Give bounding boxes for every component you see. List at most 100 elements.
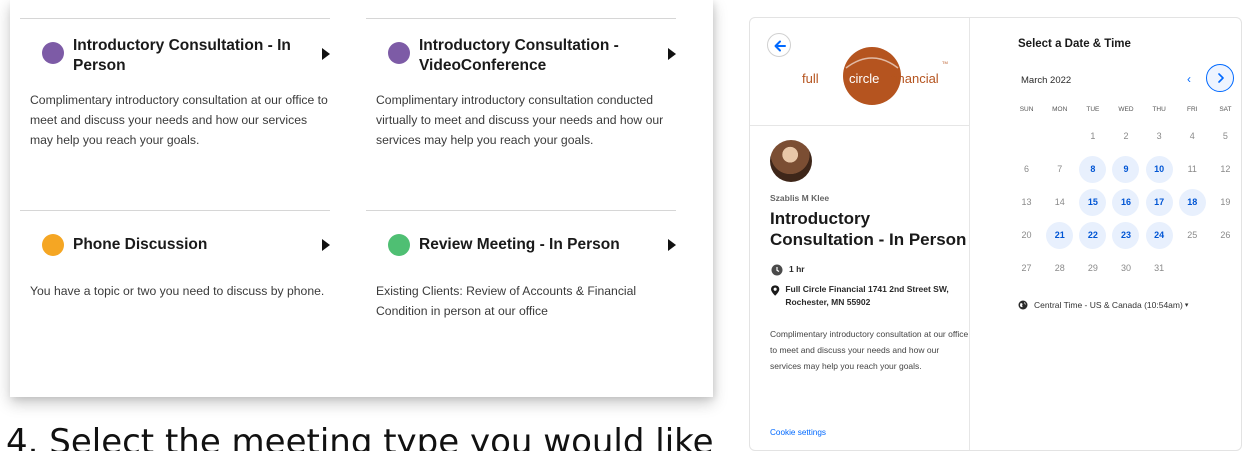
event-types-card: Introductory Consultation - In Person Co… — [10, 0, 713, 397]
weekday-label: THU — [1152, 106, 1166, 113]
company-logo: full circle financial TM — [802, 47, 948, 105]
calendar-date: 28 — [1054, 263, 1065, 273]
location-pin-icon — [771, 285, 780, 296]
calendar-date: 26 — [1220, 230, 1231, 240]
event-color-dot — [42, 234, 64, 256]
play-arrow-icon[interactable] — [668, 239, 676, 251]
calendar-date: 5 — [1222, 131, 1228, 141]
weekday-label: MON — [1052, 106, 1068, 113]
available-date-button[interactable]: 24 — [1145, 222, 1173, 249]
event-title: Introductory Consultation - In Person — [770, 209, 967, 249]
duration-text: 1 hr — [789, 264, 805, 274]
event-type-name[interactable]: Introductory Consultation - In Person — [73, 36, 293, 76]
event-description: Complimentary introductory consultation … — [770, 329, 969, 371]
event-type-description: Complimentary introductory consultation … — [30, 93, 328, 147]
calendar-date: 29 — [1087, 263, 1098, 273]
calendar-date: 1 — [1090, 131, 1096, 141]
calendar-week: 20 21 22 23 24 25 26 — [1010, 219, 1241, 252]
calendar-days: 1 2 3 4 5 6 7 8 9 10 11 12 13 14 15 16 17 18 19 20 21 22 23 24 2… — [1010, 120, 1241, 285]
scheduling-widget: full circle financial TM Szablis M Klee … — [749, 17, 1242, 451]
available-date-button[interactable]: 9 — [1112, 156, 1140, 183]
event-type-review-meeting[interactable]: Review Meeting - In Person Existing Clie… — [366, 210, 676, 390]
available-date-button[interactable]: 21 — [1046, 222, 1074, 249]
divider — [366, 210, 676, 211]
previous-month-button[interactable]: ‹ — [1182, 72, 1196, 86]
logo-text-financial: financial — [891, 71, 939, 86]
play-arrow-icon[interactable] — [322, 48, 330, 60]
divider — [20, 210, 330, 211]
calendar-date: 14 — [1054, 197, 1065, 207]
calendar-week: 27 28 29 30 31 — [1010, 252, 1241, 285]
play-arrow-icon[interactable] — [668, 48, 676, 60]
calendar-blank — [1212, 255, 1239, 282]
available-date-button[interactable]: 23 — [1112, 222, 1140, 249]
calendar-date: 20 — [1021, 230, 1032, 240]
next-month-button[interactable] — [1206, 64, 1234, 92]
select-date-title: Select a Date & Time — [1018, 38, 1131, 50]
available-date-button[interactable]: 16 — [1112, 189, 1140, 216]
host-avatar — [770, 140, 812, 182]
calendar-week: 6 7 8 9 10 11 12 — [1010, 153, 1241, 186]
available-date-button[interactable]: 15 — [1079, 189, 1107, 216]
location-row: Full Circle Financial 1741 2nd Street SW… — [770, 283, 970, 309]
weekday-label: WED — [1118, 106, 1134, 113]
event-type-videoconference[interactable]: Introductory Consultation - VideoConfere… — [366, 18, 676, 208]
weekday-label: SUN — [1019, 106, 1034, 113]
calendar-date: 12 — [1220, 164, 1231, 174]
available-date-button[interactable]: 17 — [1145, 189, 1173, 216]
calendar-week: 13 14 15 16 17 18 19 — [1010, 186, 1241, 219]
calendar-date: 6 — [1024, 164, 1030, 174]
calendar-date: 3 — [1156, 131, 1162, 141]
event-type-description: You have a topic or two you need to disc… — [30, 284, 325, 298]
calendar-date: 7 — [1057, 164, 1063, 174]
logo-text-circle: circle — [849, 71, 879, 86]
logo-text-full: full — [802, 71, 819, 86]
weekday-label: FRI — [1187, 106, 1198, 113]
available-date-button[interactable]: 10 — [1145, 156, 1173, 183]
timezone-label: Central Time - US & Canada (10:54am) — [1034, 300, 1183, 310]
event-details-panel: full circle financial TM Szablis M Klee … — [750, 18, 970, 450]
event-type-description: Complimentary introductory consultation … — [376, 93, 664, 147]
calendar-date: 11 — [1187, 164, 1197, 174]
host-name: Szablis M Klee — [770, 193, 830, 203]
arrow-left-icon — [774, 40, 786, 52]
available-date-button[interactable]: 8 — [1079, 156, 1107, 183]
play-arrow-icon[interactable] — [322, 239, 330, 251]
event-type-in-person[interactable]: Introductory Consultation - In Person Co… — [20, 18, 330, 208]
timezone-selector[interactable]: Central Time - US & Canada (10:54am) ▾ — [1018, 300, 1188, 310]
caret-down-icon: ▾ — [1184, 302, 1189, 309]
available-date-button[interactable]: 22 — [1079, 222, 1107, 249]
event-type-description: Existing Clients: Review of Accounts & F… — [376, 284, 637, 318]
divider — [366, 18, 676, 19]
month-label: March 2022 — [1021, 75, 1072, 86]
divider — [20, 18, 330, 19]
globe-icon — [1018, 300, 1028, 310]
calendar-date: 27 — [1021, 263, 1032, 273]
event-type-phone[interactable]: Phone Discussion You have a topic or two… — [20, 210, 330, 390]
available-date-button[interactable]: 18 — [1178, 189, 1206, 216]
calendar-date: 2 — [1123, 131, 1129, 141]
calendar-date: 30 — [1120, 263, 1131, 273]
weekday-header: SUN MON TUE WED THU FRI SAT — [1010, 100, 1241, 120]
date-time-panel: Select a Date & Time March 2022 ‹ SUN MO… — [970, 18, 1241, 450]
clock-icon — [771, 264, 783, 276]
event-type-name[interactable]: Phone Discussion — [73, 235, 293, 255]
calendar-blank — [1013, 123, 1040, 150]
calendar-grid: SUN MON TUE WED THU FRI SAT 1 2 3 4 5 6 7 8 9 10 1… — [1010, 100, 1241, 285]
calendar-blank — [1046, 123, 1073, 150]
event-color-dot — [42, 42, 64, 64]
event-type-name[interactable]: Introductory Consultation - VideoConfere… — [419, 36, 639, 76]
calendar-date: 4 — [1189, 131, 1195, 141]
logo-area: full circle financial TM — [750, 18, 970, 126]
event-type-name[interactable]: Review Meeting - In Person — [419, 235, 639, 255]
weekday-label: TUE — [1086, 106, 1100, 113]
calendar-week: 1 2 3 4 5 — [1010, 120, 1241, 153]
calendar-date: 13 — [1021, 197, 1032, 207]
step-heading: 4. Select the meeting type you would lik… — [6, 422, 714, 451]
event-color-dot — [388, 42, 410, 64]
location-text: Full Circle Financial 1741 2nd Street SW… — [785, 284, 949, 307]
duration-row: 1 hr — [770, 263, 805, 276]
cookie-settings-link[interactable]: Cookie settings — [770, 428, 826, 437]
weekday-label: SAT — [1219, 106, 1232, 113]
calendar-date: 25 — [1187, 230, 1198, 240]
